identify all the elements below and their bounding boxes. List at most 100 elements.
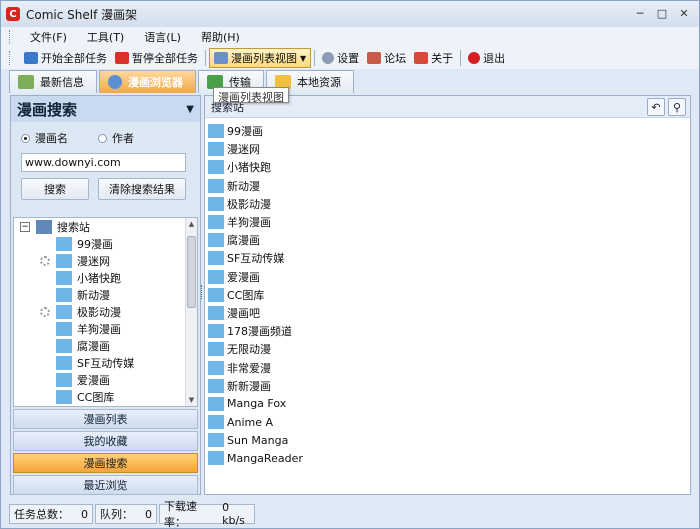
forum-icon bbox=[367, 52, 382, 64]
site-list-item[interactable]: Anime A bbox=[205, 413, 690, 431]
scroll-thumb[interactable] bbox=[187, 236, 196, 308]
close-button[interactable]: ✕ bbox=[675, 5, 693, 21]
menu-grip bbox=[9, 30, 12, 44]
site-list-item[interactable]: 新新漫画 bbox=[205, 377, 690, 395]
collapse-icon[interactable]: − bbox=[20, 221, 30, 232]
window-title: Comic Shelf 漫画架 bbox=[26, 7, 138, 22]
maximize-button[interactable]: □ bbox=[653, 5, 671, 21]
tree-item[interactable]: 漫迷网 bbox=[14, 252, 197, 269]
site-list-item[interactable]: SF互动传媒 bbox=[205, 249, 690, 267]
radio-comic-name[interactable]: 漫画名 bbox=[21, 130, 68, 146]
tree-root[interactable]: − 搜索站 bbox=[14, 218, 197, 235]
site-list-item[interactable]: 非常爱漫 bbox=[205, 358, 690, 376]
site-list-item[interactable]: 爱漫画 bbox=[205, 268, 690, 286]
nav-comic-search[interactable]: 漫画搜索 bbox=[13, 453, 198, 473]
site-list-item[interactable]: CC图库 bbox=[205, 286, 690, 304]
site-list-item[interactable]: MangaReader bbox=[205, 449, 690, 467]
site-list-label: Anime A bbox=[227, 415, 274, 429]
toolbar-separator bbox=[314, 50, 316, 66]
nav-comic-list[interactable]: 漫画列表 bbox=[13, 409, 198, 429]
start-all-button[interactable]: 开始全部任务 bbox=[20, 48, 111, 68]
tree-item[interactable]: SF互动传媒 bbox=[14, 354, 197, 371]
site-list-label: 腐漫画 bbox=[227, 234, 260, 248]
tree-scrollbar[interactable]: ▲ ▼ bbox=[185, 218, 197, 406]
collapse-arrow-icon[interactable]: ▼ bbox=[186, 104, 194, 115]
tab-strip: 最新信息 漫画浏览器 传输 本地资源 bbox=[1, 69, 699, 93]
menu-file[interactable]: 文件(F) bbox=[20, 29, 77, 45]
book-icon bbox=[56, 389, 72, 404]
status-total: 任务总数： 0 bbox=[9, 504, 93, 524]
minimize-button[interactable]: ─ bbox=[631, 5, 649, 21]
book-icon bbox=[208, 196, 224, 211]
book-icon bbox=[208, 233, 224, 248]
book-icon bbox=[208, 287, 224, 302]
book-icon bbox=[208, 451, 224, 466]
exit-button[interactable]: 退出 bbox=[464, 48, 509, 68]
nav-recent[interactable]: 最近浏览 bbox=[13, 475, 198, 495]
site-list-item[interactable]: Sun Manga bbox=[205, 431, 690, 449]
nav-favorites[interactable]: 我的收藏 bbox=[13, 431, 198, 451]
site-list-item[interactable]: 无限动漫 bbox=[205, 340, 690, 358]
tree-item[interactable]: 腐漫画 bbox=[14, 337, 197, 354]
site-list-item[interactable]: 腐漫画 bbox=[205, 231, 690, 249]
site-list-item[interactable]: 新动漫 bbox=[205, 177, 690, 195]
book-icon bbox=[208, 360, 224, 375]
search-input[interactable] bbox=[21, 153, 186, 172]
book-icon bbox=[56, 321, 72, 336]
pause-all-button[interactable]: 暂停全部任务 bbox=[111, 48, 202, 68]
site-list-item[interactable]: 178漫画频道 bbox=[205, 322, 690, 340]
site-list: 99漫画漫迷网 小猪快跑 新动漫 极影动漫羊狗漫画腐漫画 SF互动传媒 爱漫画 CC图库 漫画… bbox=[205, 122, 690, 468]
menu-help[interactable]: 帮助(H) bbox=[191, 29, 250, 45]
tree-item[interactable]: 新动漫 bbox=[14, 286, 197, 303]
site-list-label: SF互动传媒 bbox=[227, 252, 285, 266]
book-icon bbox=[208, 251, 224, 266]
site-list-label: 漫迷网 bbox=[227, 143, 260, 157]
tree-item[interactable]: 99漫画 bbox=[14, 235, 197, 252]
site-list-label: 爱漫画 bbox=[227, 270, 260, 284]
book-icon bbox=[208, 124, 224, 139]
book-icon bbox=[56, 304, 72, 319]
book-icon bbox=[208, 415, 224, 430]
loading-icon bbox=[40, 306, 50, 317]
list-view-button[interactable]: 漫画列表视图 ▼ bbox=[209, 48, 312, 68]
back-icon[interactable]: ↶ bbox=[647, 98, 665, 116]
forum-button[interactable]: 论坛 bbox=[363, 48, 410, 68]
radio-dot bbox=[98, 133, 107, 143]
scroll-up-icon[interactable]: ▲ bbox=[186, 218, 197, 230]
tree-item[interactable]: 极影动漫 bbox=[14, 303, 197, 320]
about-button[interactable]: 关于 bbox=[410, 48, 457, 68]
site-list-label: MangaReader bbox=[227, 451, 303, 465]
book-icon bbox=[56, 355, 72, 370]
site-list-item[interactable]: 漫画吧 bbox=[205, 304, 690, 322]
about-icon bbox=[414, 52, 429, 64]
tab-latest-info[interactable]: 最新信息 bbox=[9, 70, 97, 93]
site-list-item[interactable]: 漫迷网 bbox=[205, 140, 690, 158]
site-list-item[interactable]: 极影动漫 bbox=[205, 195, 690, 213]
tree-item[interactable]: 小猪快跑 bbox=[14, 269, 197, 286]
site-list-label: 新新漫画 bbox=[227, 379, 271, 393]
tree-item[interactable]: 爱漫画 bbox=[14, 371, 197, 388]
network-icon bbox=[36, 219, 52, 234]
search-icon[interactable]: ⚲ bbox=[668, 98, 686, 116]
news-icon bbox=[18, 75, 34, 89]
site-list-item[interactable]: 羊狗漫画 bbox=[205, 213, 690, 231]
site-list-item[interactable]: 99漫画 bbox=[205, 122, 690, 140]
search-button[interactable]: 搜索 bbox=[21, 178, 89, 200]
book-icon bbox=[208, 215, 224, 230]
toolbar-separator bbox=[460, 50, 462, 66]
menu-tools[interactable]: 工具(T) bbox=[77, 29, 134, 45]
status-bar: 任务总数： 0 队列： 0 下载速率： 0 kb/s bbox=[1, 500, 699, 529]
settings-button[interactable]: 设置 bbox=[318, 48, 363, 68]
tree-item[interactable]: 羊狗漫画 bbox=[14, 320, 197, 337]
tab-comic-browser[interactable]: 漫画浏览器 bbox=[99, 70, 196, 93]
radio-author[interactable]: 作者 bbox=[98, 130, 134, 146]
site-list-label: 羊狗漫画 bbox=[227, 216, 271, 230]
scroll-down-icon[interactable]: ▼ bbox=[186, 394, 197, 406]
book-icon bbox=[208, 269, 224, 284]
menu-language[interactable]: 语言(L) bbox=[134, 29, 191, 45]
app-logo-icon: C bbox=[6, 7, 20, 21]
site-list-item[interactable]: Manga Fox bbox=[205, 395, 690, 413]
site-list-item[interactable]: 小猪快跑 bbox=[205, 158, 690, 176]
clear-results-button[interactable]: 清除搜索结果 bbox=[98, 178, 186, 200]
tree-item[interactable]: CC图库 bbox=[14, 388, 197, 405]
